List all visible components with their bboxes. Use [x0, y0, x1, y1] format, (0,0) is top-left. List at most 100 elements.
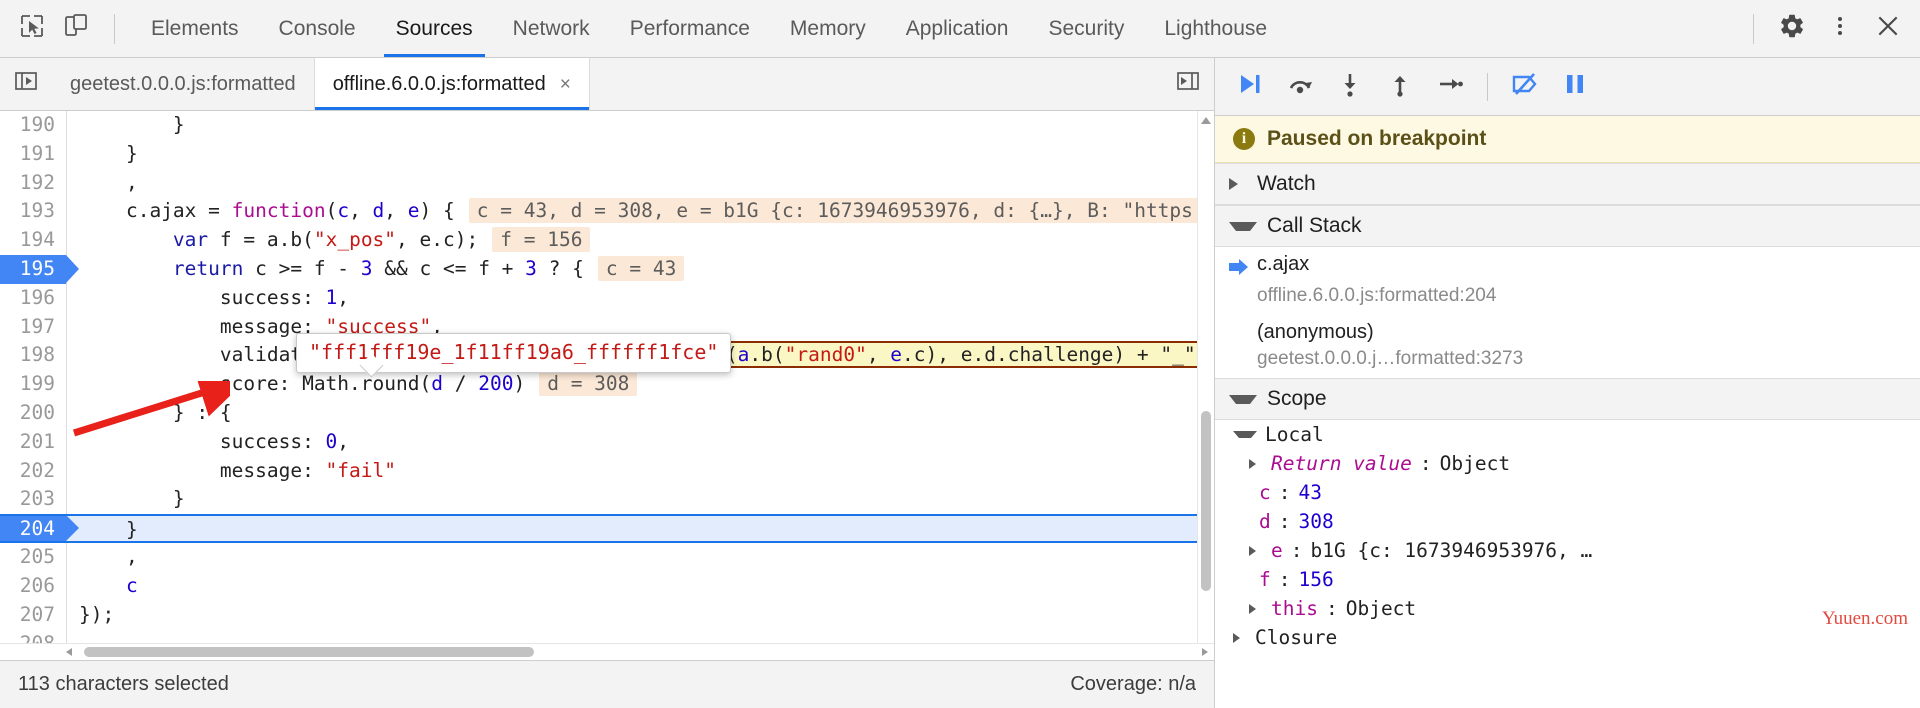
scope-entry-f[interactable]: f : 156 [1215, 565, 1920, 594]
code-line[interactable]: 194 var f = a.b("x_pos", e.c); f = 156 [0, 226, 1197, 255]
code-line[interactable]: 206 c [0, 571, 1197, 601]
scroll-right-arrow-icon[interactable] [1202, 648, 1208, 656]
line-number[interactable]: 194 [0, 226, 66, 255]
line-number[interactable]: 190 [0, 111, 66, 140]
code-line[interactable]: 191 } [0, 139, 1197, 169]
code-line-text[interactable]: c [67, 572, 1197, 601]
code-line[interactable]: 196 success: 1, [0, 283, 1197, 313]
code-line-text[interactable]: success: 1, [67, 284, 1197, 313]
step-into-button[interactable] [1329, 66, 1371, 108]
line-number[interactable]: 202 [0, 456, 66, 486]
file-tab-offline[interactable]: offline.6.0.0.js:formatted × [314, 58, 590, 110]
line-number[interactable]: 200 [0, 398, 66, 428]
code-line[interactable]: 199 score: Math.round(d / 200) d = 308 [0, 370, 1197, 399]
step-out-button[interactable] [1379, 66, 1421, 108]
deactivate-breakpoints-button[interactable] [1504, 66, 1546, 108]
code-line-text[interactable]: success: 0, [67, 428, 1197, 457]
code-line-text[interactable]: } : { [67, 399, 1197, 428]
code-editor[interactable]: 190 } 191 } 192 , 193 c.ajax = function(c, … [0, 111, 1197, 643]
line-number[interactable]: 205 [0, 543, 66, 572]
show-navigator-button[interactable] [0, 58, 52, 110]
line-number[interactable]: 207 [0, 600, 66, 630]
code-line-text[interactable]: } [67, 485, 1197, 514]
inline-debug-value[interactable]: c = 43 [597, 255, 685, 281]
code-line-text[interactable] [67, 630, 1197, 643]
tab-network[interactable]: Network [493, 0, 610, 57]
step-button[interactable] [1429, 66, 1471, 108]
line-number[interactable]: 193 [0, 197, 66, 227]
code-line[interactable]: 195 return c >= f - 3 && c <= f + 3 ? {c… [0, 254, 1197, 284]
scope-section-header[interactable]: Scope [1215, 378, 1920, 420]
line-number[interactable]: 198 [0, 341, 66, 371]
settings-button[interactable] [1770, 7, 1814, 51]
scrollbar-thumb[interactable] [84, 647, 534, 657]
code-line[interactable]: 192 , [0, 168, 1197, 198]
line-number[interactable]: 201 [0, 427, 66, 457]
watch-section-header[interactable]: Watch [1215, 163, 1920, 205]
tab-elements[interactable]: Elements [131, 0, 259, 57]
editor-horizontal-scrollbar[interactable] [0, 643, 1214, 660]
close-devtools-button[interactable] [1866, 7, 1910, 51]
inline-debug-value[interactable]: c = 43, d = 308, e = b1G {c: 16739469539… [468, 198, 1197, 224]
close-icon[interactable]: × [560, 75, 571, 94]
line-number[interactable]: 191 [0, 139, 66, 169]
tab-memory[interactable]: Memory [770, 0, 886, 57]
scrollbar-thumb[interactable] [1201, 411, 1211, 591]
line-number[interactable]: 208 [0, 629, 66, 643]
tab-security[interactable]: Security [1028, 0, 1144, 57]
code-line[interactable]: 202 message: "fail" [0, 456, 1197, 486]
code-line-text[interactable]: var f = a.b("x_pos", e.c); f = 156 [67, 226, 1197, 255]
code-line-text[interactable]: c.ajax = function(c, d, e) {c = 43, d = … [67, 197, 1197, 226]
code-line[interactable]: 204 } [0, 514, 1197, 544]
inspect-element-button[interactable] [10, 7, 54, 51]
tab-performance[interactable]: Performance [610, 0, 770, 57]
call-stack-frame-anonymous[interactable]: (anonymous) [1215, 315, 1920, 346]
line-number[interactable]: 196 [0, 283, 66, 313]
inline-debug-value[interactable]: d = 308 [539, 371, 638, 397]
code-line[interactable]: 200 } : { [0, 398, 1197, 428]
tab-lighthouse[interactable]: Lighthouse [1144, 0, 1287, 57]
line-number[interactable]: 204 [0, 515, 79, 542]
code-line[interactable]: 201 success: 0, [0, 427, 1197, 457]
line-number[interactable]: 197 [0, 312, 66, 342]
tab-sources[interactable]: Sources [376, 0, 493, 57]
scope-entry-c[interactable]: c : 43 [1215, 478, 1920, 507]
editor-vertical-scrollbar[interactable] [1197, 111, 1214, 643]
code-line-text[interactable]: } [67, 140, 1197, 169]
scope-entry-this[interactable]: this : Object [1215, 594, 1920, 623]
code-line[interactable]: 205 , [0, 543, 1197, 572]
code-line-text[interactable]: score: Math.round(d / 200) d = 308 [67, 370, 1197, 399]
code-line[interactable]: 208 [0, 629, 1197, 643]
code-line-text[interactable]: } [67, 111, 1197, 140]
more-options-button[interactable] [1818, 7, 1862, 51]
line-number[interactable]: 195 [0, 254, 79, 284]
tab-console[interactable]: Console [259, 0, 376, 57]
code-line-text[interactable]: return c >= f - 3 && c <= f + 3 ? {c = 4… [67, 255, 1197, 284]
code-line-text[interactable]: message: "fail" [67, 457, 1197, 486]
code-line[interactable]: 203 } [0, 485, 1197, 515]
step-over-button[interactable] [1279, 66, 1321, 108]
resume-script-button[interactable] [1229, 66, 1271, 108]
file-tab-geetest[interactable]: geetest.0.0.0.js:formatted [52, 58, 315, 110]
call-stack-frame-current[interactable]: c.ajax [1215, 247, 1920, 283]
code-line-text[interactable]: }); [67, 601, 1197, 630]
code-line[interactable]: 193 c.ajax = function(c, d, e) {c = 43, … [0, 197, 1197, 227]
device-toolbar-button[interactable] [54, 7, 98, 51]
code-line-text[interactable]: , [67, 543, 1197, 572]
code-line[interactable]: 207}); [0, 600, 1197, 630]
code-line[interactable]: 190 } [0, 111, 1197, 140]
line-number[interactable]: 199 [0, 370, 66, 399]
call-stack-section-header[interactable]: Call Stack [1215, 205, 1920, 247]
scope-entry-e[interactable]: e : b1G {c: 1673946953976, … [1215, 536, 1920, 565]
inline-debug-value[interactable]: f = 156 [492, 227, 591, 253]
code-line-text[interactable]: , [67, 169, 1197, 198]
pause-on-exceptions-button[interactable] [1554, 66, 1596, 108]
tab-application[interactable]: Application [886, 0, 1029, 57]
scroll-left-arrow-icon[interactable] [66, 648, 72, 656]
scope-group-local[interactable]: Local [1215, 420, 1920, 449]
scope-group-closure[interactable]: Closure [1215, 623, 1920, 652]
line-number[interactable]: 203 [0, 485, 66, 515]
scope-entry-return-value[interactable]: Return value : Object [1215, 449, 1920, 478]
line-number[interactable]: 192 [0, 168, 66, 198]
show-more-tabs-button[interactable] [1162, 58, 1214, 110]
